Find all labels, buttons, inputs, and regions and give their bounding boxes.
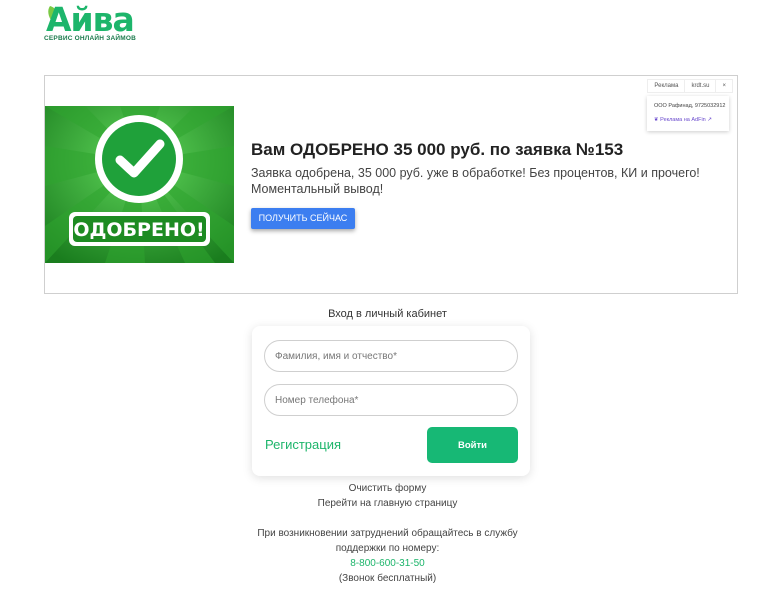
support-phone-row: 8-800-600-31-50: [0, 558, 775, 569]
full-name-input[interactable]: [264, 340, 518, 372]
clear-form-row: Очистить форму: [0, 483, 775, 494]
logo-tagline: СЕРВИС ОНЛАЙН ЗАЙМОВ: [44, 35, 137, 42]
login-form: Регистрация Войти: [252, 326, 530, 476]
support-phone-link[interactable]: 8-800-600-31-50: [350, 558, 425, 569]
ad-label[interactable]: Реклама: [648, 80, 686, 92]
external-link-icon: ↗: [707, 117, 712, 123]
ad-network-link[interactable]: ❦ Реклама на AdFin ↗: [654, 117, 712, 123]
ad-info-popup: ООО Рафинад, 9725032912 ❦ Реклама на AdF…: [647, 96, 729, 131]
ad-org: ООО Рафинад, 9725032912: [654, 103, 726, 109]
ad-domain[interactable]: krdt.su: [685, 80, 717, 92]
logo-wordmark: Айва: [46, 0, 135, 39]
ad-image[interactable]: ОДОБРЕНО!: [45, 106, 234, 263]
brand-logo[interactable]: Айва СЕРВИС ОНЛАЙН ЗАЙМОВ: [44, 0, 144, 46]
close-icon[interactable]: ×: [716, 80, 732, 92]
support-text-1: При возникновении затруднений обращайтес…: [257, 528, 518, 539]
approved-graphic: ОДОБРЕНО!: [45, 106, 234, 263]
ad-title[interactable]: Вам ОДОБРЕНО 35 000 руб. по заявка №153: [251, 140, 623, 160]
adfin-icon: ❦: [654, 117, 659, 123]
home-row: Перейти на главную страницу: [0, 498, 775, 509]
approved-badge-text: ОДОБРЕНО!: [73, 219, 204, 241]
support-note: (Звонок бесплатный): [338, 573, 437, 584]
phone-input[interactable]: [264, 384, 518, 416]
clear-form-link[interactable]: Очистить форму: [349, 483, 427, 494]
login-button[interactable]: Войти: [427, 427, 518, 463]
ad-description: Заявка одобрена, 35 000 руб. уже в обраб…: [251, 166, 700, 196]
register-link[interactable]: Регистрация: [265, 437, 341, 452]
get-now-button[interactable]: ПОЛУЧИТЬ СЕЙЧАС: [251, 208, 355, 229]
home-link[interactable]: Перейти на главную страницу: [318, 498, 458, 509]
ad-banner[interactable]: Реклама krdt.su × ООО Рафинад, 972503291…: [44, 75, 738, 294]
ad-header: Реклама krdt.su ×: [647, 79, 733, 93]
login-title: Вход в личный кабинет: [328, 308, 447, 320]
support-text-2: поддержки по номеру:: [335, 543, 440, 554]
